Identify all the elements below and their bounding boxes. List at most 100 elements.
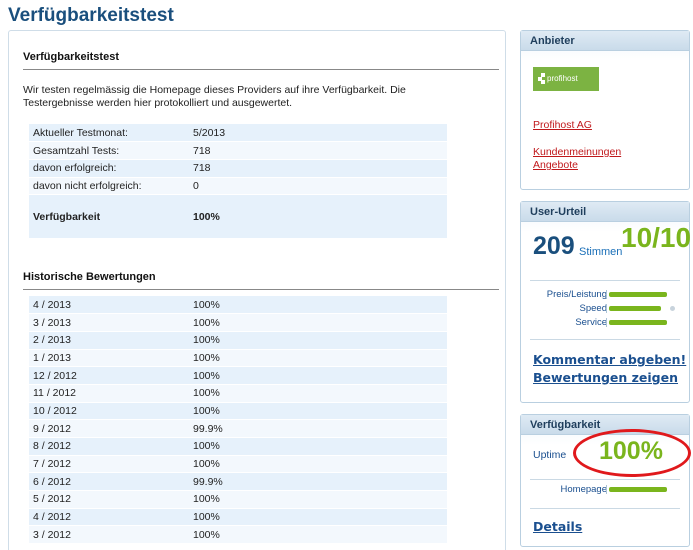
history-month: 1 / 2013 <box>29 349 189 368</box>
homepage-availability: Homepage <box>521 484 689 496</box>
rating-bar <box>606 318 675 327</box>
page-title: Verfügbarkeitstest <box>8 5 174 26</box>
customer-reviews-link[interactable]: Kundenmeinungen <box>533 146 621 158</box>
table-row: 6 / 2012 99.9% <box>29 472 447 492</box>
history-value: 100% <box>189 331 447 350</box>
rating-score: 10/10 <box>621 222 692 253</box>
history-month: 8 / 2012 <box>29 437 189 456</box>
rating-speed: Speed <box>521 303 689 315</box>
uptime-label: Uptime <box>533 449 567 461</box>
user-rating-title: User-Urteil <box>521 202 689 222</box>
divider <box>530 280 680 281</box>
table-row: 12 / 2012 100% <box>29 366 447 385</box>
intro-text: Wir testen regelmässig die Homepage dies… <box>23 84 406 109</box>
availability-label: Verfügbarkeit <box>29 194 189 240</box>
history-month: 6 / 2012 <box>29 472 189 492</box>
divider <box>23 289 499 290</box>
history-value: 100% <box>189 384 447 403</box>
history-month: 7 / 2012 <box>29 455 189 474</box>
history-value: 99.9% <box>189 419 447 438</box>
homepage-bar <box>606 485 675 494</box>
history-month: 11 / 2012 <box>29 384 189 403</box>
logo-mark-icon <box>538 73 545 84</box>
stats-table: Aktueller Testmonat: 5/2013 Gesamtzahl T… <box>29 124 447 240</box>
offers-link[interactable]: Angebote <box>533 159 578 171</box>
availability-box: Verfügbarkeit Uptime 100% Homepage Detai… <box>520 414 691 547</box>
table-row: davon erfolgreich: 718 <box>29 159 447 178</box>
table-row: 7 / 2012 100% <box>29 455 447 474</box>
table-row: 2 / 2013 100% <box>29 331 447 350</box>
table-row: 3 / 2013 100% <box>29 313 447 332</box>
profihost-logo[interactable]: profihost <box>533 67 599 91</box>
divider <box>23 69 499 70</box>
rating-price-performance: Preis/Leistung <box>521 289 689 301</box>
history-month: 12 / 2012 <box>29 366 189 385</box>
history-month: 5 / 2012 <box>29 490 189 509</box>
rating-service: Service <box>521 317 689 329</box>
vote-count: 209 <box>533 232 575 260</box>
stat-label: davon erfolgreich: <box>29 159 189 178</box>
divider <box>530 339 680 340</box>
rating-bar <box>606 290 675 299</box>
history-title: Historische Bewertungen <box>23 271 156 283</box>
history-month: 2 / 2013 <box>29 331 189 350</box>
history-month: 3 / 2013 <box>29 313 189 332</box>
votes-label: Stimmen <box>579 246 623 258</box>
availability-value: 100% <box>189 194 447 240</box>
stat-value: 718 <box>189 159 447 178</box>
homepage-label: Homepage <box>560 484 607 495</box>
divider <box>530 479 680 480</box>
stat-value: 5/2013 <box>189 124 447 143</box>
stat-label: Aktueller Testmonat: <box>29 124 189 143</box>
history-value: 100% <box>189 455 447 474</box>
history-value: 100% <box>189 296 447 315</box>
add-comment-link[interactable]: Kommentar abgeben! <box>533 352 686 367</box>
logo-text: profihost <box>547 74 578 83</box>
rating-label: Preis/Leistung <box>546 289 607 300</box>
rating-label: Service <box>575 317 607 328</box>
history-value: 100% <box>189 402 447 421</box>
table-row: Gesamtzahl Tests: 718 <box>29 141 447 160</box>
history-month: 3 / 2012 <box>29 525 189 545</box>
availability-row: Verfügbarkeit 100% <box>29 194 447 240</box>
table-row: 4 / 2012 100% <box>29 508 447 527</box>
stat-value: 0 <box>189 177 447 196</box>
history-value: 100% <box>189 437 447 456</box>
history-value: 100% <box>189 366 447 385</box>
table-row: 9 / 2012 99.9% <box>29 419 447 438</box>
provider-box: Anbieter profihost Profihost AG Kundenme… <box>520 30 690 190</box>
table-row: 11 / 2012 100% <box>29 384 447 403</box>
table-row: davon nicht erfolgreich: 0 <box>29 177 447 196</box>
divider <box>530 508 680 509</box>
history-month: 4 / 2012 <box>29 508 189 527</box>
history-value: 100% <box>189 490 447 509</box>
history-table: 4 / 2013 100% 3 / 2013 100% 2 / 2013 100% 1 / … <box>29 296 447 545</box>
table-row: 8 / 2012 100% <box>29 437 447 456</box>
history-month: 4 / 2013 <box>29 296 189 315</box>
history-value: 100% <box>189 349 447 368</box>
history-value: 99.9% <box>189 472 447 492</box>
show-ratings-link[interactable]: Bewertungen zeigen <box>533 370 678 385</box>
details-link[interactable]: Details <box>533 519 582 534</box>
availability-test-panel: Verfügbarkeitstest Wir testen regelmässi… <box>8 30 506 550</box>
rating-bar <box>606 304 675 313</box>
rating-label: Speed <box>579 303 607 314</box>
history-month: 9 / 2012 <box>29 419 189 438</box>
history-value: 100% <box>189 525 447 545</box>
table-row: 4 / 2013 100% <box>29 296 447 315</box>
user-rating-box: User-Urteil 209 Stimmen 10/10 Preis/Leis… <box>520 201 692 403</box>
stat-label: davon nicht erfolgreich: <box>29 177 189 196</box>
table-row: 10 / 2012 100% <box>29 402 447 421</box>
table-row: 3 / 2012 100% <box>29 525 447 545</box>
history-value: 100% <box>189 508 447 527</box>
stat-label: Gesamtzahl Tests: <box>29 141 189 160</box>
history-value: 100% <box>189 313 447 332</box>
provider-name-link[interactable]: Profihost AG <box>533 119 592 131</box>
table-row: 5 / 2012 100% <box>29 490 447 509</box>
table-row: 1 / 2013 100% <box>29 349 447 368</box>
provider-box-title: Anbieter <box>521 31 689 51</box>
table-row: Aktueller Testmonat: 5/2013 <box>29 124 447 143</box>
history-month: 10 / 2012 <box>29 402 189 421</box>
highlight-circle <box>573 429 691 477</box>
section-title: Verfügbarkeitstest <box>23 51 119 63</box>
